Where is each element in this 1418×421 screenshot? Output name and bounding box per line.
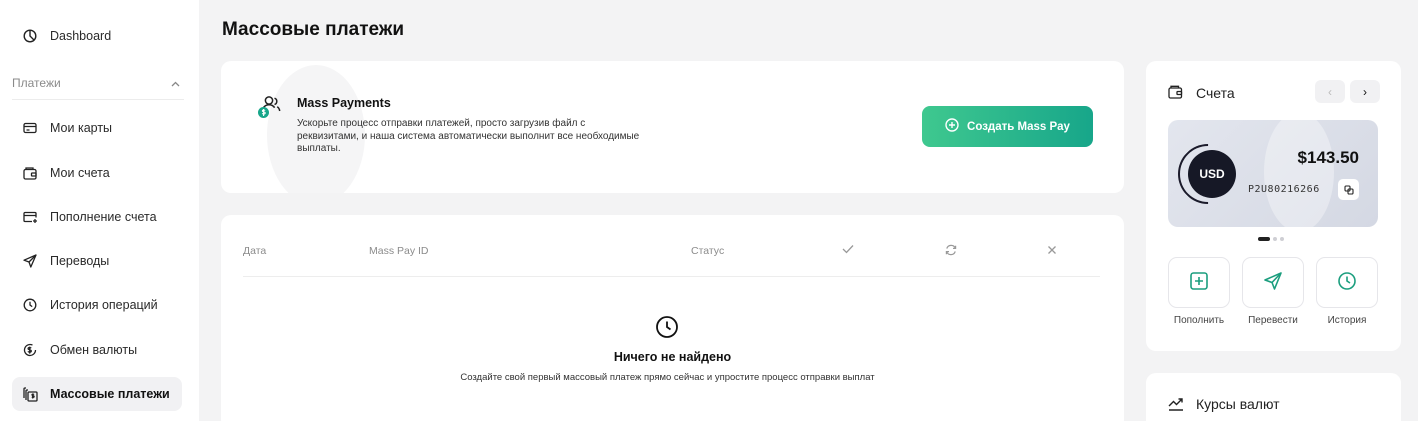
chevron-left-icon: ‹: [1328, 84, 1332, 99]
account-id: P2U80216266: [1248, 184, 1320, 195]
column-header-mass-pay-id[interactable]: Mass Pay ID: [369, 245, 429, 257]
empty-state-title: Ничего не найдено: [613, 350, 732, 364]
wallet-icon: [22, 165, 38, 181]
sidebar: Dashboard Платежи Мои карты Мои счета По…: [0, 0, 199, 421]
sidebar-item-label: Мои счета: [50, 166, 110, 180]
mass-payments-promo-card: Mass Payments Ускорьте процесс отправки …: [221, 61, 1124, 193]
next-account-button[interactable]: ›: [1350, 80, 1380, 103]
sidebar-item-label: Пополнение счета: [50, 210, 157, 224]
sidebar-section-label: Платежи: [12, 76, 61, 90]
check-icon[interactable]: [842, 244, 854, 257]
accounts-title: Счета: [1196, 85, 1235, 101]
chevron-up-icon: [171, 76, 180, 90]
copy-icon[interactable]: [1338, 179, 1359, 200]
carousel-dot[interactable]: [1258, 237, 1270, 241]
sidebar-item-label: Обмен валюты: [50, 343, 138, 357]
sidebar-item-label: История операций: [50, 298, 158, 312]
card-plus-icon: [22, 209, 38, 225]
transfer-action-button[interactable]: [1242, 257, 1304, 308]
create-mass-pay-label: Создать Mass Pay: [967, 120, 1070, 133]
users-dollar-icon: [257, 94, 283, 120]
sidebar-item-label: Переводы: [50, 254, 110, 268]
clock-icon: [22, 297, 38, 313]
sidebar-item-label: Мои карты: [50, 121, 113, 135]
account-card[interactable]: USD $143.50 P2U80216266: [1168, 120, 1378, 227]
empty-state-description: Создайте свой первый массовый платеж пря…: [460, 372, 875, 383]
close-icon[interactable]: [1047, 245, 1057, 258]
account-balance: $143.50: [1297, 148, 1359, 167]
trending-up-icon: [1168, 397, 1185, 414]
transfer-action-label: Перевести: [1248, 315, 1298, 326]
wallet-icon: [1168, 85, 1184, 101]
table-header-divider: [243, 276, 1100, 277]
send-icon: [1263, 271, 1283, 294]
sidebar-item-dashboard[interactable]: Dashboard: [12, 19, 182, 53]
sidebar-item-label: Массовые платежи: [50, 387, 170, 401]
sidebar-divider: [12, 99, 184, 100]
sidebar-item-mass-payments[interactable]: Массовые платежи: [12, 377, 182, 411]
mass-payments-icon: [22, 386, 38, 402]
currency-rates-title: Курсы валют: [1196, 396, 1280, 412]
accounts-widget: Счета ‹ › USD $143.50 P2U80216266 Пополн: [1146, 61, 1401, 351]
sidebar-section-payments[interactable]: Платежи: [12, 74, 184, 92]
create-mass-pay-button[interactable]: Создать Mass Pay: [922, 106, 1093, 147]
sidebar-item-top-up[interactable]: Пополнение счета: [12, 200, 182, 234]
top-up-action-button[interactable]: [1168, 257, 1230, 308]
sidebar-item-my-accounts[interactable]: Мои счета: [12, 156, 182, 190]
card-icon: [22, 120, 38, 136]
refresh-icon[interactable]: [945, 244, 957, 259]
sidebar-item-my-cards[interactable]: Мои карты: [12, 111, 182, 145]
history-action-label: История: [1327, 315, 1367, 326]
carousel-dot[interactable]: [1273, 237, 1277, 241]
currency-exchange-icon: [22, 342, 38, 358]
promo-title: Mass Payments: [297, 96, 391, 110]
sidebar-item-label: Dashboard: [50, 29, 112, 43]
send-icon: [22, 253, 38, 269]
chevron-right-icon: ›: [1363, 84, 1367, 99]
plus-circle-icon: [945, 118, 959, 135]
plus-square-icon: [1189, 271, 1209, 294]
column-header-date[interactable]: Дата: [243, 245, 266, 257]
clock-icon: [1337, 271, 1357, 294]
carousel-dot[interactable]: [1280, 237, 1284, 241]
mass-payments-table: Дата Mass Pay ID Статус Ничего не найден…: [221, 215, 1124, 421]
column-header-status[interactable]: Статус: [691, 245, 724, 257]
pie-chart-icon: [22, 28, 38, 44]
promo-description: Ускорьте процесс отправки платежей, прос…: [297, 118, 640, 154]
currency-badge: USD: [1188, 150, 1236, 198]
decorative-shape: [1264, 120, 1334, 227]
page-title: Массовые платежи: [222, 19, 405, 40]
top-up-action-label: Пополнить: [1173, 315, 1225, 326]
sidebar-item-exchange[interactable]: Обмен валюты: [12, 333, 182, 367]
currency-rates-widget: Курсы валют: [1146, 373, 1401, 421]
prev-account-button[interactable]: ‹: [1315, 80, 1345, 103]
clock-icon: [655, 315, 679, 339]
sidebar-item-transfers[interactable]: Переводы: [12, 244, 182, 278]
sidebar-item-history[interactable]: История операций: [12, 288, 182, 322]
history-action-button[interactable]: [1316, 257, 1378, 308]
carousel-dots: [1258, 237, 1284, 241]
